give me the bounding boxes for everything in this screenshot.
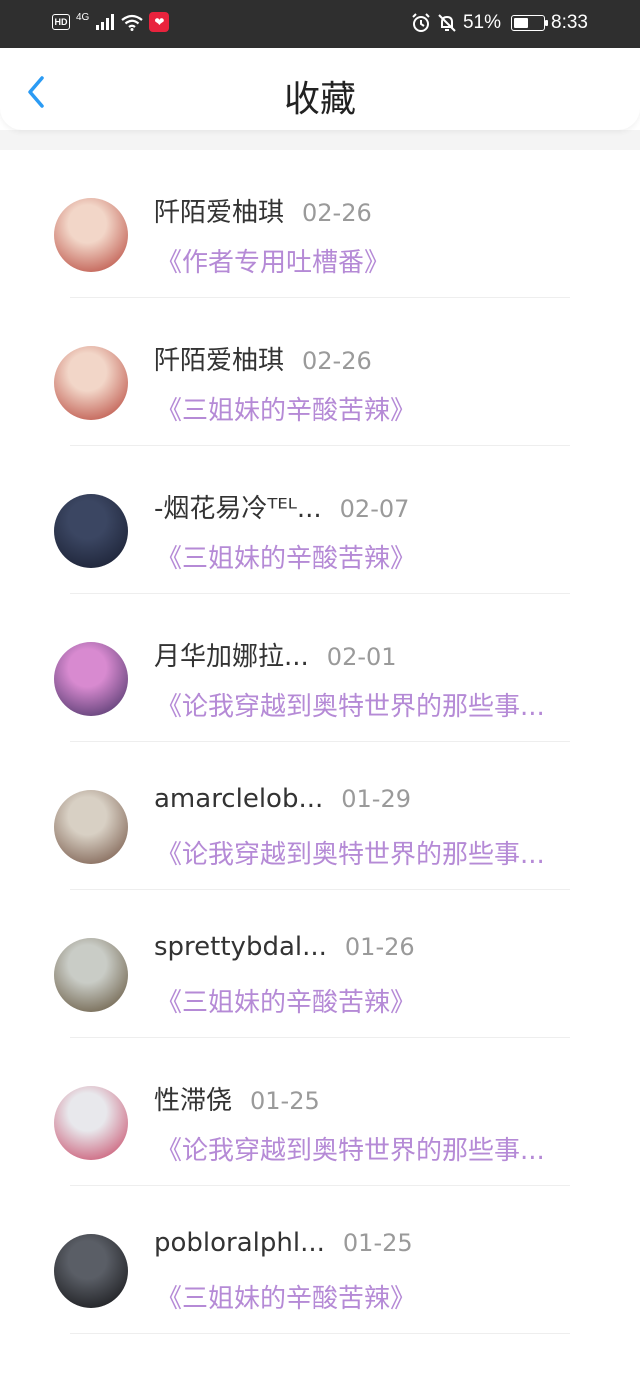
story-title-link[interactable]: 《论我穿越到奥特世界的那些事... (156, 686, 545, 723)
user-name[interactable]: pobloralphl... 01-25 (154, 1228, 413, 1258)
list-item[interactable]: 月华加娜拉... 02-01 《论我穿越到奥特世界的那些事... (0, 594, 640, 742)
date-label: 01-26 (344, 933, 415, 961)
story-title-link[interactable]: 《三姐妹的辛酸苦辣》 (156, 982, 416, 1019)
status-right: 51% 8:33 (411, 12, 588, 34)
story-title-link[interactable]: 《三姐妹的辛酸苦辣》 (156, 538, 416, 575)
battery-level (514, 18, 529, 28)
user-name[interactable]: sprettybdal... 01-26 (154, 932, 415, 962)
network-type: 4G (76, 11, 90, 23)
mute-icon (438, 14, 456, 32)
list-item[interactable]: -烟花易冷ᵀᴱᴸ... 02-07 《三姐妹的辛酸苦辣》 (0, 446, 640, 594)
list-item[interactable]: amarclelob... 01-29 《论我穿越到奥特世界的那些事... (0, 742, 640, 890)
user-name[interactable]: 阡陌爱柚琪 02-26 (154, 192, 372, 229)
user-name[interactable]: 性滞侥 01-25 (154, 1080, 320, 1117)
divider (70, 1333, 570, 1334)
list-item[interactable]: sprettybdal... 01-26 《三姐妹的辛酸苦辣》 (0, 890, 640, 1038)
user-name-text: amarclelob... (154, 784, 324, 814)
story-title-link[interactable]: 《论我穿越到奥特世界的那些事... (156, 834, 545, 871)
app-notification-icon: ❤ (149, 12, 170, 32)
list-item[interactable]: 阡陌爱柚琪 02-26 《三姐妹的辛酸苦辣》 (0, 298, 640, 446)
avatar[interactable] (54, 494, 128, 568)
user-name-text: 阡陌爱柚琪 (154, 198, 285, 228)
hd-icon: HD (52, 14, 70, 30)
date-label: 02-01 (326, 643, 397, 671)
date-label: 02-07 (339, 495, 410, 523)
avatar[interactable] (54, 790, 128, 864)
favorites-list: 阡陌爱柚琪 02-26 《作者专用吐槽番》 阡陌爱柚琪 02-26 《三姐妹的辛酸苦辣》 -… (0, 150, 640, 1334)
nav-bar: 收藏 (0, 48, 640, 130)
avatar[interactable] (54, 198, 128, 272)
status-bar: HD 4G ❤ 51% 8:33 (0, 0, 640, 48)
user-name[interactable]: amarclelob... 01-29 (154, 784, 411, 814)
user-name-text: -烟花易冷ᵀᴱᴸ... (154, 494, 322, 524)
user-name-text: 性滞侥 (154, 1086, 233, 1116)
date-label: 01-29 (341, 785, 412, 813)
date-label: 02-26 (302, 199, 372, 227)
user-name[interactable]: 阡陌爱柚琪 02-26 (154, 340, 372, 377)
date-label: 01-25 (342, 1229, 413, 1257)
user-name[interactable]: -烟花易冷ᵀᴱᴸ... 02-07 (154, 488, 409, 525)
alarm-icon (412, 13, 430, 32)
list-item[interactable]: pobloralphl... 01-25 《三姐妹的辛酸苦辣》 (0, 1186, 640, 1334)
battery-icon (511, 15, 549, 31)
avatar[interactable] (54, 1086, 128, 1160)
story-title-link[interactable]: 《三姐妹的辛酸苦辣》 (156, 390, 416, 427)
story-title-link[interactable]: 《三姐妹的辛酸苦辣》 (156, 1278, 416, 1315)
status-left: HD 4G ❤ (52, 11, 170, 32)
avatar[interactable] (54, 1234, 128, 1308)
clock: 8:33 (551, 12, 588, 33)
story-title-link[interactable]: 《论我穿越到奥特世界的那些事... (156, 1130, 545, 1167)
signal-icon (96, 14, 115, 30)
header-separator (0, 130, 640, 150)
list-item[interactable]: 阡陌爱柚琪 02-26 《作者专用吐槽番》 (0, 150, 640, 298)
user-name-text: 阡陌爱柚琪 (154, 346, 285, 376)
battery-percent: 51% (462, 12, 502, 33)
user-name-text: sprettybdal... (154, 932, 327, 962)
avatar[interactable] (54, 938, 128, 1012)
list-item[interactable]: 性滞侥 01-25 《论我穿越到奥特世界的那些事... (0, 1038, 640, 1186)
story-title-link[interactable]: 《作者专用吐槽番》 (156, 242, 390, 279)
user-name[interactable]: 月华加娜拉... 02-01 (154, 636, 397, 673)
date-label: 01-25 (250, 1087, 320, 1115)
user-name-text: pobloralphl... (154, 1228, 325, 1258)
avatar[interactable] (54, 346, 128, 420)
avatar[interactable] (54, 642, 128, 716)
wifi-icon (121, 14, 144, 31)
date-label: 02-26 (302, 347, 372, 375)
page-title: 收藏 (283, 79, 356, 120)
user-name-text: 月华加娜拉... (154, 642, 309, 672)
